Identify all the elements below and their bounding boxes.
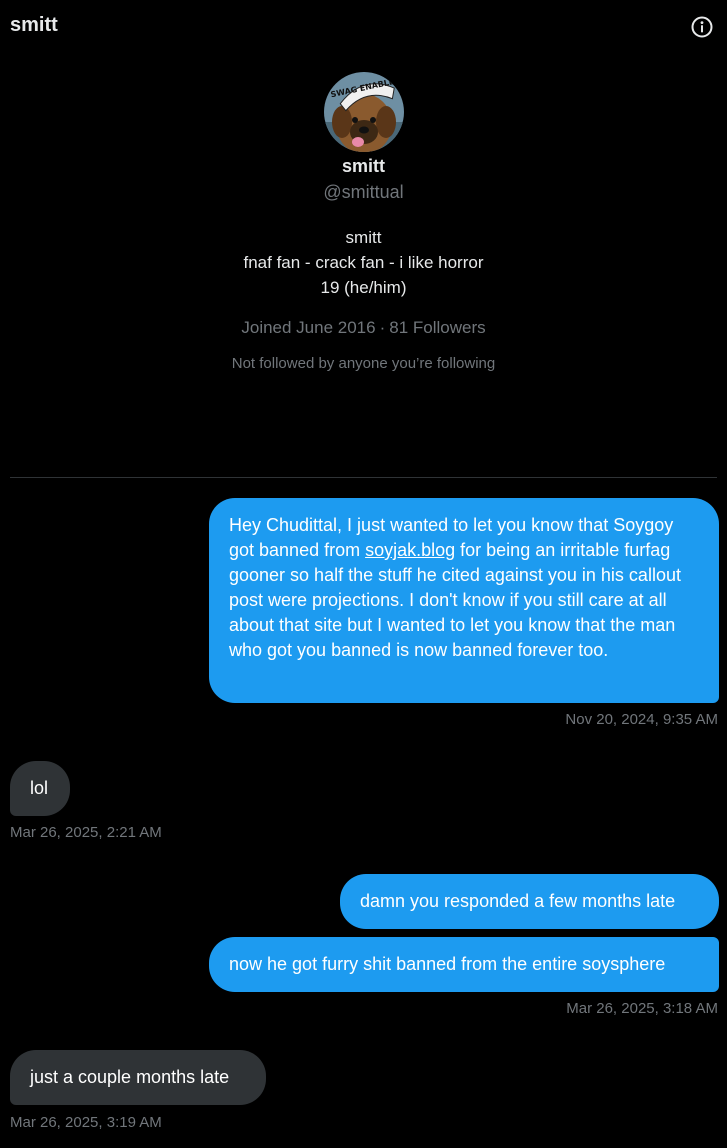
info-icon[interactable]	[691, 16, 713, 38]
profile-bio: smitt fnaf fan - crack fan - i like horr…	[0, 225, 727, 300]
message-bubble-sent[interactable]: now he got furry shit banned from the en…	[209, 937, 719, 992]
message-timestamp: Mar 26, 2025, 3:18 AM	[566, 1000, 718, 1017]
not-followed-note: Not followed by anyone you’re following	[231, 355, 496, 372]
message-text: lol	[30, 778, 49, 798]
message-timestamp: Mar 26, 2025, 3:19 AM	[10, 1114, 162, 1131]
message-text: just a couple months late	[30, 1067, 230, 1087]
bio-line: 19 (he/him)	[320, 278, 407, 297]
avatar[interactable]: SWAG ENABLER	[323, 72, 404, 152]
conversation-title: smitt	[10, 14, 58, 36]
profile-summary: SWAG ENABLER smitt @smittual smitt fnaf …	[0, 72, 727, 374]
message-timestamp: Nov 20, 2024, 9:35 AM	[565, 711, 718, 728]
followers-count[interactable]: 81 Followers	[389, 318, 485, 337]
message-bubble-sent[interactable]: Hey Chudittal, I just wanted to let you …	[209, 498, 719, 703]
message-bubble-sent[interactable]: damn you responded a few months late	[340, 874, 719, 929]
message-text: now he got furry shit banned from the en…	[229, 954, 666, 974]
profile-name: smitt	[341, 156, 385, 176]
profile-meta: Joined June 2016 · 81 Followers	[0, 317, 727, 339]
bio-line: smitt	[345, 228, 382, 247]
bio-line: fnaf fan - crack fan - i like horror	[243, 253, 484, 272]
conversation-header: smitt	[0, 0, 727, 54]
message-timestamp: Mar 26, 2025, 2:21 AM	[10, 824, 162, 841]
message-link[interactable]: soyjak.blog	[365, 540, 455, 560]
divider	[10, 477, 717, 478]
message-bubble-received[interactable]: lol	[10, 761, 70, 816]
message-bubble-received[interactable]: just a couple months late	[10, 1050, 266, 1105]
meta-separator: ·	[379, 318, 386, 337]
joined-date: Joined June 2016	[241, 318, 376, 337]
profile-handle: @smittual	[323, 182, 404, 202]
message-text: damn you responded a few months late	[360, 891, 676, 911]
